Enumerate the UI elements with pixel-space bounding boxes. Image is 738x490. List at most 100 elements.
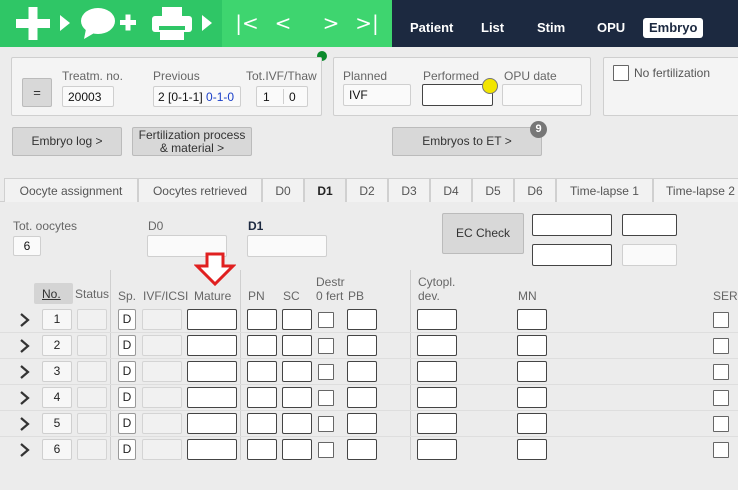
ec-check-field-1[interactable] <box>532 214 612 236</box>
chevron-right-icon[interactable] <box>16 310 32 330</box>
ec-check-field-3[interactable] <box>532 244 612 266</box>
tab-list[interactable]: List <box>475 18 510 38</box>
previous-record-button[interactable]: < <box>268 10 298 36</box>
chevron-right-icon[interactable] <box>16 362 32 382</box>
row-pn-input[interactable] <box>247 413 277 434</box>
previous-field[interactable]: 2 [0-1-1] 0-1-0 <box>153 86 241 107</box>
row-sp-field[interactable]: D <box>118 361 136 382</box>
tab-patient[interactable]: Patient <box>404 18 459 38</box>
tab-d3[interactable]: D3 <box>388 178 430 202</box>
tot-thaw-value: 0 <box>289 90 296 104</box>
chevron-right-icon[interactable] <box>16 440 32 460</box>
last-record-button[interactable]: >| <box>352 10 382 36</box>
embryos-to-et-button[interactable]: Embryos to ET > <box>392 127 542 156</box>
row-pb-input[interactable] <box>347 413 377 434</box>
row-pn-input[interactable] <box>247 361 277 382</box>
row-destr-checkbox[interactable] <box>318 338 334 354</box>
col-header-status[interactable]: Status <box>75 288 109 301</box>
tab-d1[interactable]: D1 <box>304 178 346 202</box>
row-mature-input[interactable] <box>187 361 237 382</box>
tab-oocyte-assignment[interactable]: Oocyte assignment <box>4 178 138 202</box>
tab-time-lapse-2[interactable]: Time-lapse 2 <box>653 178 738 202</box>
row-cytopl-input[interactable] <box>417 361 457 382</box>
no-fertilization-checkbox[interactable] <box>613 65 629 81</box>
equals-button[interactable]: = <box>22 78 52 107</box>
row-ser-checkbox[interactable] <box>713 364 729 380</box>
row-mn-input[interactable] <box>517 361 547 382</box>
opu-date-label: OPU date <box>504 69 557 83</box>
row-mature-input[interactable] <box>187 439 237 460</box>
row-sc-input[interactable] <box>282 439 312 460</box>
tab-opu[interactable]: OPU <box>591 18 631 38</box>
tab-time-lapse-1[interactable]: Time-lapse 1 <box>556 178 653 202</box>
row-sp-field[interactable]: D <box>118 309 136 330</box>
row-pn-input[interactable] <box>247 439 277 460</box>
row-mn-input[interactable] <box>517 309 547 330</box>
row-sp-field[interactable]: D <box>118 387 136 408</box>
row-cytopl-input[interactable] <box>417 335 457 356</box>
row-pn-input[interactable] <box>247 335 277 356</box>
first-record-button[interactable]: |< <box>232 10 262 36</box>
row-cytopl-input[interactable] <box>417 413 457 434</box>
col-header-no[interactable]: No. <box>42 288 61 301</box>
add-treatment-button[interactable] <box>8 5 70 41</box>
tab-d4[interactable]: D4 <box>430 178 472 202</box>
fertilization-process-button[interactable]: Fertilization process & material > <box>132 127 252 156</box>
next-record-button[interactable]: > <box>316 10 346 36</box>
row-ser-checkbox[interactable] <box>713 338 729 354</box>
row-ser-checkbox[interactable] <box>713 442 729 458</box>
row-mature-input[interactable] <box>187 387 237 408</box>
row-destr-checkbox[interactable] <box>318 312 334 328</box>
row-sp-field[interactable]: D <box>118 413 136 434</box>
row-sc-input[interactable] <box>282 361 312 382</box>
tab-d6[interactable]: D6 <box>514 178 556 202</box>
chevron-right-icon[interactable] <box>16 414 32 434</box>
row-cytopl-input[interactable] <box>417 439 457 460</box>
row-pb-input[interactable] <box>347 439 377 460</box>
row-sc-input[interactable] <box>282 335 312 356</box>
row-destr-checkbox[interactable] <box>318 416 334 432</box>
row-sc-input[interactable] <box>282 387 312 408</box>
print-button[interactable] <box>150 5 212 41</box>
row-mn-input[interactable] <box>517 413 547 434</box>
tab-d5[interactable]: D5 <box>472 178 514 202</box>
row-mn-input[interactable] <box>517 335 547 356</box>
row-destr-checkbox[interactable] <box>318 390 334 406</box>
row-destr-checkbox[interactable] <box>318 364 334 380</box>
row-mature-input[interactable] <box>187 335 237 356</box>
add-comment-button[interactable] <box>80 5 142 41</box>
row-mn-input[interactable] <box>517 387 547 408</box>
ec-check-field-2[interactable] <box>622 214 677 236</box>
row-cytopl-input[interactable] <box>417 387 457 408</box>
row-mature-input[interactable] <box>187 413 237 434</box>
ec-check-button[interactable]: EC Check <box>442 213 524 254</box>
chevron-right-icon[interactable] <box>16 388 32 408</box>
row-pb-input[interactable] <box>347 309 377 330</box>
row-sp-field[interactable]: D <box>118 439 136 460</box>
tab-d0[interactable]: D0 <box>262 178 304 202</box>
row-sc-input[interactable] <box>282 413 312 434</box>
previous-value-link[interactable]: 0-1-0 <box>206 90 234 104</box>
row-pb-input[interactable] <box>347 387 377 408</box>
tab-embryo[interactable]: Embryo <box>643 18 704 38</box>
row-pb-input[interactable] <box>347 335 377 356</box>
tab-oocytes-retrieved[interactable]: Oocytes retrieved <box>138 178 262 202</box>
row-ser-checkbox[interactable] <box>713 416 729 432</box>
row-sc-input[interactable] <box>282 309 312 330</box>
tab-d2[interactable]: D2 <box>346 178 388 202</box>
row-sp-field[interactable]: D <box>118 335 136 356</box>
row-ser-checkbox[interactable] <box>713 390 729 406</box>
embryo-log-button[interactable]: Embryo log > <box>12 127 122 156</box>
tab-stim[interactable]: Stim <box>531 18 571 38</box>
row-destr-checkbox[interactable] <box>318 442 334 458</box>
row-mn-input[interactable] <box>517 439 547 460</box>
row-pn-input[interactable] <box>247 387 277 408</box>
row-mature-input[interactable] <box>187 309 237 330</box>
col-header-ser: SER <box>713 289 738 303</box>
row-ser-checkbox[interactable] <box>713 312 729 328</box>
row-cytopl-input[interactable] <box>417 309 457 330</box>
chevron-right-icon[interactable] <box>16 336 32 356</box>
row-pb-input[interactable] <box>347 361 377 382</box>
row-pn-input[interactable] <box>247 309 277 330</box>
treatm-no-label: Treatm. no. <box>62 69 123 83</box>
